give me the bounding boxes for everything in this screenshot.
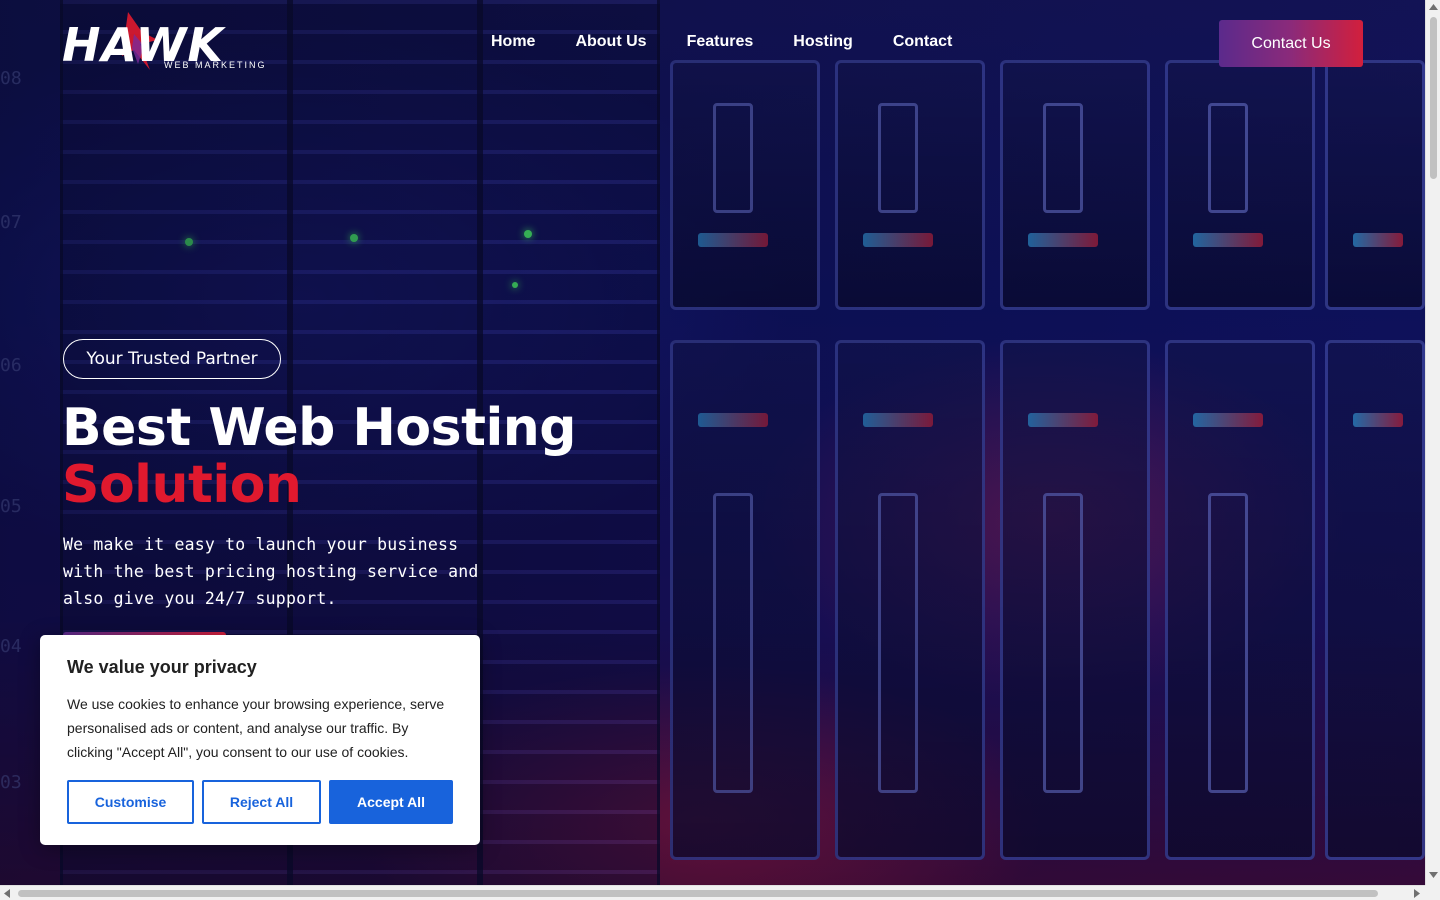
- nav-features[interactable]: Features: [687, 33, 754, 51]
- nav-contact[interactable]: Contact: [893, 33, 953, 51]
- hero-description: We make it easy to launch your business …: [63, 535, 479, 608]
- brand-logo[interactable]: HAWK WEB MARKETING: [62, 12, 277, 74]
- nav-home[interactable]: Home: [491, 33, 535, 51]
- scroll-left-icon[interactable]: [4, 889, 10, 898]
- accept-all-button[interactable]: Accept All: [329, 780, 453, 824]
- nav-hosting[interactable]: Hosting: [793, 33, 853, 51]
- logo-tagline: WEB MARKETING: [164, 60, 267, 70]
- cookie-consent-banner: We value your privacy We use cookies to …: [40, 635, 480, 845]
- scrollbar-corner: [1425, 885, 1440, 900]
- hero-title-accent: Solution: [62, 455, 302, 515]
- cookie-title: We value your privacy: [67, 657, 257, 677]
- scroll-up-icon[interactable]: [1429, 4, 1438, 10]
- site-header: HAWK WEB MARKETING Home About Us Feature…: [0, 0, 1425, 86]
- trusted-partner-badge: Your Trusted Partner: [63, 339, 281, 379]
- scroll-right-icon[interactable]: [1414, 889, 1420, 898]
- contact-us-button[interactable]: Contact Us: [1219, 20, 1363, 67]
- reject-all-button[interactable]: Reject All: [202, 780, 321, 824]
- vertical-scrollbar[interactable]: [1425, 0, 1440, 885]
- nav-about-us[interactable]: About Us: [575, 33, 646, 51]
- main-nav: Home About Us Features Hosting Contact: [491, 33, 992, 51]
- vertical-scroll-thumb[interactable]: [1430, 17, 1437, 179]
- customise-button[interactable]: Customise: [67, 780, 194, 824]
- horizontal-scrollbar[interactable]: [0, 885, 1425, 900]
- hero-title: Best Web Hosting Solution: [62, 398, 577, 515]
- hero-title-line1: Best Web Hosting: [62, 398, 577, 458]
- cookie-text: We use cookies to enhance your browsing …: [67, 696, 445, 760]
- scroll-down-icon[interactable]: [1429, 872, 1438, 878]
- horizontal-scroll-thumb[interactable]: [18, 890, 1378, 897]
